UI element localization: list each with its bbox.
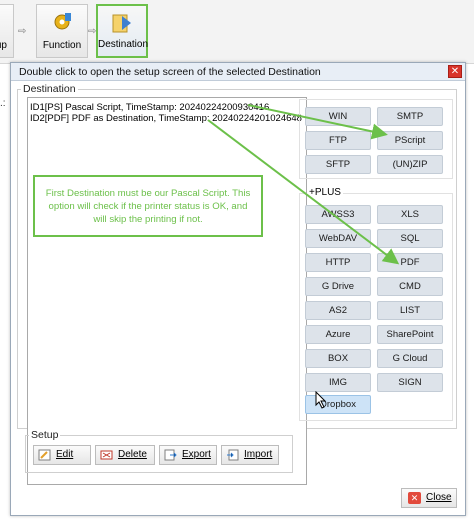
toolbar-destination-label: Destination xyxy=(98,39,149,50)
dest-azure-button[interactable]: Azure xyxy=(305,325,371,344)
toolbar-function-button[interactable]: Function xyxy=(36,4,88,58)
dest-sql-button[interactable]: SQL xyxy=(377,229,443,248)
dest-pdf-button[interactable]: PDF xyxy=(377,253,443,272)
dialog-title: Double click to open the setup screen of… xyxy=(19,66,321,78)
delete-button-label: Delete xyxy=(118,449,147,460)
close-button[interactable]: ✕ Close xyxy=(401,488,457,508)
dest-ftp-button[interactable]: FTP xyxy=(305,131,371,150)
plus-group-label: +PLUS xyxy=(307,187,343,198)
import-icon xyxy=(227,449,239,461)
toolbar-setup-button[interactable]: up xyxy=(0,4,14,58)
export-button[interactable]: Export xyxy=(159,445,217,465)
delete-icon xyxy=(100,450,113,460)
app-root: { "toolbar": { "items": [ {"label": "up"… xyxy=(0,0,474,519)
destination-icon xyxy=(112,14,131,33)
list-item[interactable]: ID2[PDF] PDF as Destination, TimeStamp: … xyxy=(30,113,302,124)
close-icon[interactable]: ✕ xyxy=(448,65,462,78)
dest-unzip-button[interactable]: (UN)ZIP xyxy=(377,155,443,174)
dest-xls-button[interactable]: XLS xyxy=(377,205,443,224)
toolbar-setup-label: up xyxy=(0,40,7,51)
dest-win-button[interactable]: WIN xyxy=(305,107,371,126)
top-toolbar: up ⇨ Function ⇨ Destination xyxy=(0,0,474,64)
toolbar-function-label: Function xyxy=(42,40,82,51)
destination-list[interactable]: ID1[PS] Pascal Script, TimeStamp: 202402… xyxy=(27,97,307,485)
list-item[interactable]: ID1[PS] Pascal Script, TimeStamp: 202402… xyxy=(30,102,269,113)
gear-icon xyxy=(54,13,71,30)
import-button[interactable]: Import xyxy=(221,445,279,465)
dest-webdav-button[interactable]: WebDAV xyxy=(305,229,371,248)
dest-smtp-button[interactable]: SMTP xyxy=(377,107,443,126)
dest-sftp-button[interactable]: SFTP xyxy=(305,155,371,174)
setup-group-label: Setup xyxy=(29,429,61,441)
destination-dialog: Double click to open the setup screen of… xyxy=(10,62,466,516)
dest-box-button[interactable]: BOX xyxy=(305,349,371,368)
toolbar-destination-button[interactable]: Destination xyxy=(96,4,148,58)
close-button-label: Close xyxy=(426,492,452,503)
delete-button[interactable]: Delete xyxy=(95,445,155,465)
dest-img-button[interactable]: IMG xyxy=(305,373,371,392)
mouse-cursor-icon xyxy=(315,391,327,409)
dest-pscript-button[interactable]: PScript xyxy=(377,131,443,150)
close-x-icon: ✕ xyxy=(408,492,421,504)
export-icon xyxy=(164,449,177,461)
dest-list-button[interactable]: LIST xyxy=(377,301,443,320)
dest-gdrive-button[interactable]: G Drive xyxy=(305,277,371,296)
export-button-label: Export xyxy=(182,449,211,460)
import-button-label: Import xyxy=(244,449,273,460)
dest-as2-button[interactable]: AS2 xyxy=(305,301,371,320)
destination-group-label: Destination xyxy=(21,83,78,95)
dialog-titlebar: Double click to open the setup screen of… xyxy=(11,63,465,81)
flow-arrow-icon: ⇨ xyxy=(18,26,27,37)
dest-sign-button[interactable]: SIGN xyxy=(377,373,443,392)
dest-sharepoint-button[interactable]: SharePoint xyxy=(377,325,443,344)
edit-icon xyxy=(38,449,51,461)
dest-awss3-button[interactable]: AWSS3 xyxy=(305,205,371,224)
annotation-callout: First Destination must be our Pascal Scr… xyxy=(33,175,263,237)
edit-button[interactable]: Edit xyxy=(33,445,91,465)
dest-gcloud-button[interactable]: G Cloud xyxy=(377,349,443,368)
edit-button-label: Edit xyxy=(56,449,74,460)
left-edge-marker: .: xyxy=(0,98,6,109)
dest-cmd-button[interactable]: CMD xyxy=(377,277,443,296)
dest-http-button[interactable]: HTTP xyxy=(305,253,371,272)
